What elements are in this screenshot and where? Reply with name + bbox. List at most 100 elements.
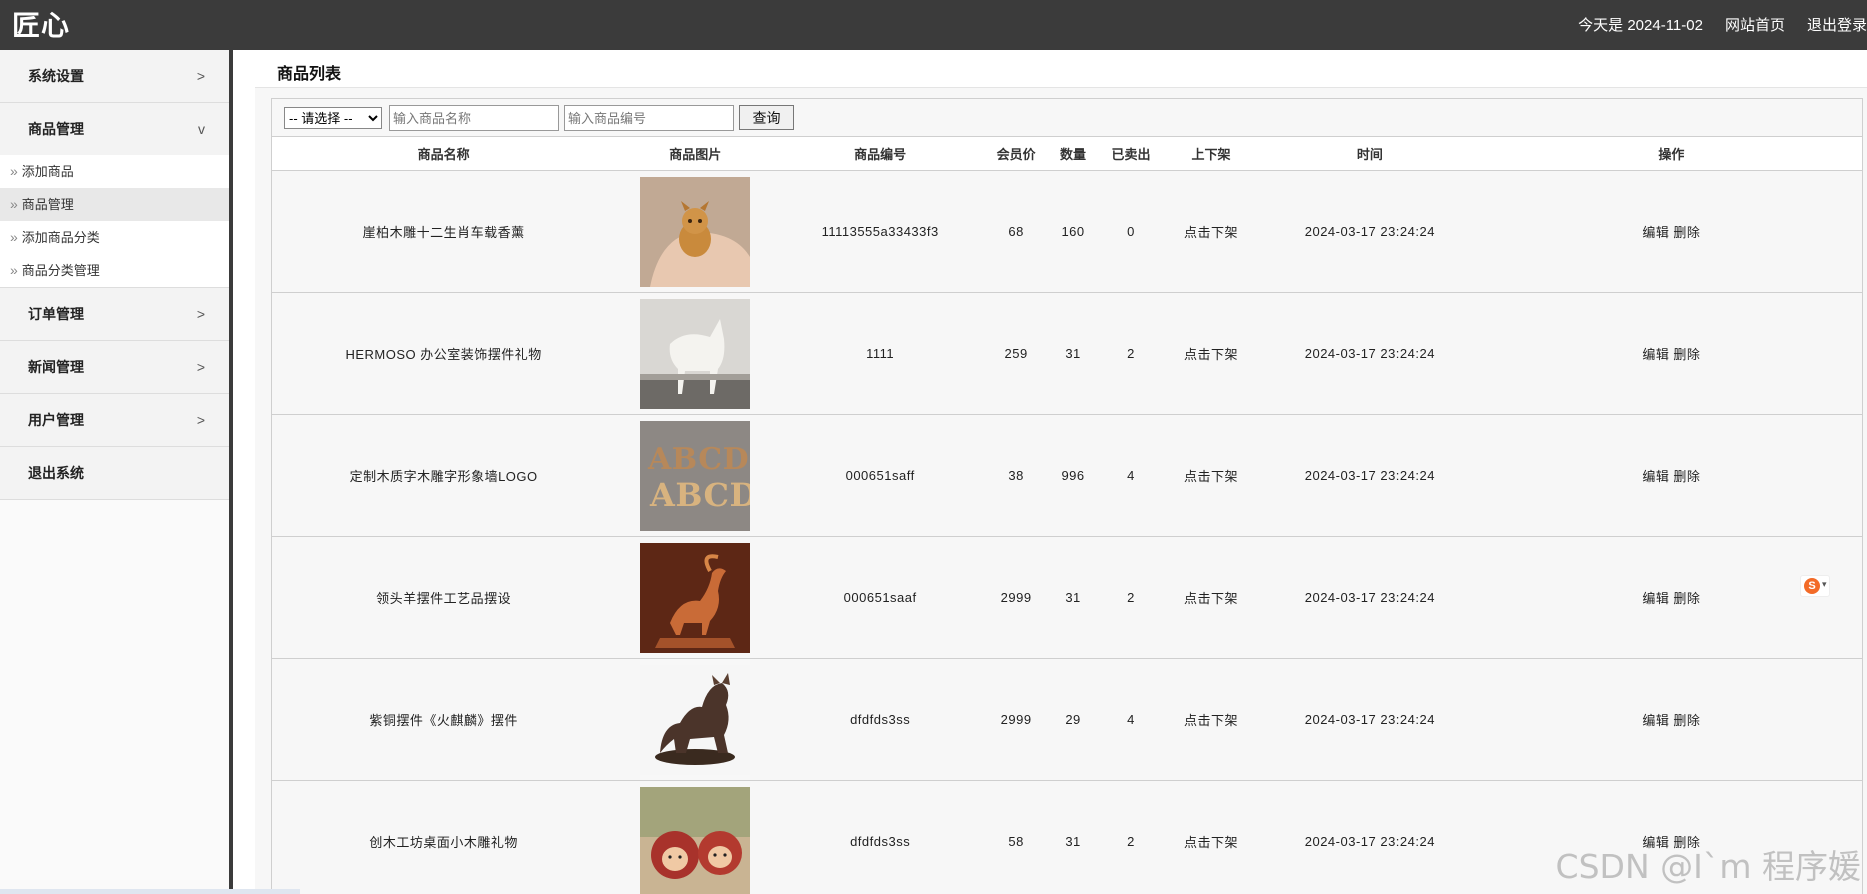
sidebar: 系统设置 > 商品管理 v » 添加商品 » 商品管理 » 添加商品分类 » 商品分类管… xyxy=(0,50,233,894)
sidebar-item-system-settings[interactable]: 系统设置 > xyxy=(0,50,229,102)
floating-extension-badge[interactable]: S ▾ xyxy=(1800,575,1830,597)
main-content: 商品列表 -- 请选择 -- 查询 商品名称 商品图片 商品编号 会员价 数量 … xyxy=(255,50,1867,894)
member-price: 259 xyxy=(985,292,1048,415)
product-image[interactable] xyxy=(640,176,751,287)
created-time: 2024-03-17 23:24:24 xyxy=(1258,414,1481,537)
sidebar-subitem-manage-categories[interactable]: » 商品分类管理 xyxy=(0,254,229,287)
product-name-input[interactable] xyxy=(389,105,559,131)
watermark: CSDN @I`m 程序媛 xyxy=(1555,847,1861,886)
chevron-right-icon: > xyxy=(196,412,205,428)
sidebar-subitem-manage-products[interactable]: » 商品管理 xyxy=(0,188,229,221)
double-chevron-icon: » xyxy=(10,229,18,245)
sidebar-item-product-management[interactable]: 商品管理 v xyxy=(0,103,229,155)
sidebar-item-order-management[interactable]: 订单管理 > xyxy=(0,288,229,340)
shelf-toggle-cell: 点击下架 xyxy=(1163,658,1259,781)
product-name: 崖柏木雕十二生肖车载香薰 xyxy=(271,170,616,293)
column-header: 商品图片 xyxy=(615,136,776,171)
created-time: 2024-03-17 23:24:24 xyxy=(1258,658,1481,781)
product-image[interactable] xyxy=(640,664,751,775)
product-image-cell xyxy=(615,170,776,293)
actions-cell: 编辑 删除 xyxy=(1480,658,1863,781)
table-row: 崖柏木雕十二生肖车载香薰 11113555a33433f3 68 160 0 点… xyxy=(271,170,1863,293)
horizontal-scrollbar[interactable] xyxy=(0,889,300,894)
delete-link[interactable]: 删除 xyxy=(1673,713,1700,728)
delete-link[interactable]: 删除 xyxy=(1673,591,1700,606)
sold-count: 2 xyxy=(1099,292,1163,415)
quantity: 29 xyxy=(1047,658,1100,781)
take-off-shelf-link[interactable]: 点击下架 xyxy=(1184,347,1238,362)
top-bar: 匠心 今天是 2024-11-02 网站首页 退出登录 xyxy=(0,0,1867,50)
sold-count: 4 xyxy=(1099,658,1163,781)
member-price: 58 xyxy=(985,780,1048,894)
sidebar-item-exit-system[interactable]: 退出系统 xyxy=(0,447,229,499)
sidebar-subitem-label: 添加商品 xyxy=(21,164,74,179)
member-price: 38 xyxy=(985,414,1048,537)
take-off-shelf-link[interactable]: 点击下架 xyxy=(1184,591,1238,606)
column-header: 时间 xyxy=(1258,136,1481,171)
column-header: 商品编号 xyxy=(775,136,986,171)
table-header-row: 商品名称 商品图片 商品编号 会员价 数量 已卖出 上下架 时间 操作 xyxy=(271,136,1863,171)
product-image-cell xyxy=(615,658,776,781)
table-row: HERMOSO 办公室装饰摆件礼物 1111 259 31 2 点击下架 202… xyxy=(271,292,1863,415)
product-name: 紫铜摆件《火麒麟》摆件 xyxy=(271,658,616,781)
take-off-shelf-link[interactable]: 点击下架 xyxy=(1184,469,1238,484)
sidebar-subitem-label: 商品管理 xyxy=(21,197,74,212)
actions-cell: 编辑 删除 xyxy=(1480,292,1863,415)
sidebar-item-news-management[interactable]: 新闻管理 > xyxy=(0,341,229,393)
product-image[interactable]: ABCD ABCD xyxy=(640,420,751,531)
take-off-shelf-link[interactable]: 点击下架 xyxy=(1184,835,1238,850)
delete-link[interactable]: 删除 xyxy=(1673,225,1700,240)
edit-link[interactable]: 编辑 xyxy=(1642,591,1669,606)
sidebar-group-system: 系统设置 > xyxy=(0,50,229,103)
sidebar-subitem-add-category[interactable]: » 添加商品分类 xyxy=(0,221,229,254)
product-code: 11113555a33433f3 xyxy=(775,170,986,293)
sidebar-group-exit: 退出系统 xyxy=(0,447,229,500)
panel-header: 商品列表 xyxy=(255,50,1867,88)
product-image[interactable] xyxy=(640,542,751,653)
product-image-cell xyxy=(615,292,776,415)
member-price: 2999 xyxy=(985,536,1048,659)
product-name: 定制木质字木雕字形象墙LOGO xyxy=(271,414,616,537)
column-header: 商品名称 xyxy=(271,136,616,171)
product-image-cell xyxy=(615,536,776,659)
delete-link[interactable]: 删除 xyxy=(1673,347,1700,362)
delete-link[interactable]: 删除 xyxy=(1673,469,1700,484)
sidebar-item-label: 商品管理 xyxy=(28,121,84,137)
product-code-input[interactable] xyxy=(564,105,734,131)
logout-link[interactable]: 退出登录 xyxy=(1807,14,1867,35)
product-image[interactable] xyxy=(640,298,751,409)
take-off-shelf-link[interactable]: 点击下架 xyxy=(1184,713,1238,728)
product-name: 创木工坊桌面小木雕礼物 xyxy=(271,780,616,894)
sidebar-group-orders: 订单管理 > xyxy=(0,288,229,341)
chevron-right-icon: > xyxy=(196,306,205,322)
sidebar-item-label: 用户管理 xyxy=(28,412,84,428)
today-date: 今天是 2024-11-02 xyxy=(1578,17,1703,34)
product-image[interactable] xyxy=(640,786,751,894)
sidebar-item-label: 退出系统 xyxy=(28,465,84,481)
column-header: 操作 xyxy=(1480,136,1863,171)
double-chevron-icon: » xyxy=(10,262,18,278)
sidebar-item-label: 订单管理 xyxy=(28,306,84,322)
sidebar-subitem-label: 商品分类管理 xyxy=(21,263,100,278)
member-price: 68 xyxy=(985,170,1048,293)
sidebar-submenu-products: » 添加商品 » 商品管理 » 添加商品分类 » 商品分类管理 xyxy=(0,155,229,287)
edit-link[interactable]: 编辑 xyxy=(1642,347,1669,362)
sidebar-group-news: 新闻管理 > xyxy=(0,341,229,394)
column-header: 已卖出 xyxy=(1099,136,1163,171)
edit-link[interactable]: 编辑 xyxy=(1642,225,1669,240)
actions-cell: 编辑 删除 xyxy=(1480,170,1863,293)
product-name: 领头羊摆件工艺品摆设 xyxy=(271,536,616,659)
category-select[interactable]: -- 请选择 -- xyxy=(284,107,382,129)
product-table: 商品名称 商品图片 商品编号 会员价 数量 已卖出 上下架 时间 操作 崖柏木雕… xyxy=(271,136,1863,894)
sold-count: 2 xyxy=(1099,536,1163,659)
edit-link[interactable]: 编辑 xyxy=(1642,469,1669,484)
query-button[interactable]: 查询 xyxy=(739,105,794,130)
edit-link[interactable]: 编辑 xyxy=(1642,713,1669,728)
home-link[interactable]: 网站首页 xyxy=(1725,14,1785,35)
created-time: 2024-03-17 23:24:24 xyxy=(1258,292,1481,415)
sidebar-subitem-add-product[interactable]: » 添加商品 xyxy=(0,155,229,188)
member-price: 2999 xyxy=(985,658,1048,781)
sidebar-item-user-management[interactable]: 用户管理 > xyxy=(0,394,229,446)
take-off-shelf-link[interactable]: 点击下架 xyxy=(1184,225,1238,240)
quantity: 160 xyxy=(1047,170,1100,293)
